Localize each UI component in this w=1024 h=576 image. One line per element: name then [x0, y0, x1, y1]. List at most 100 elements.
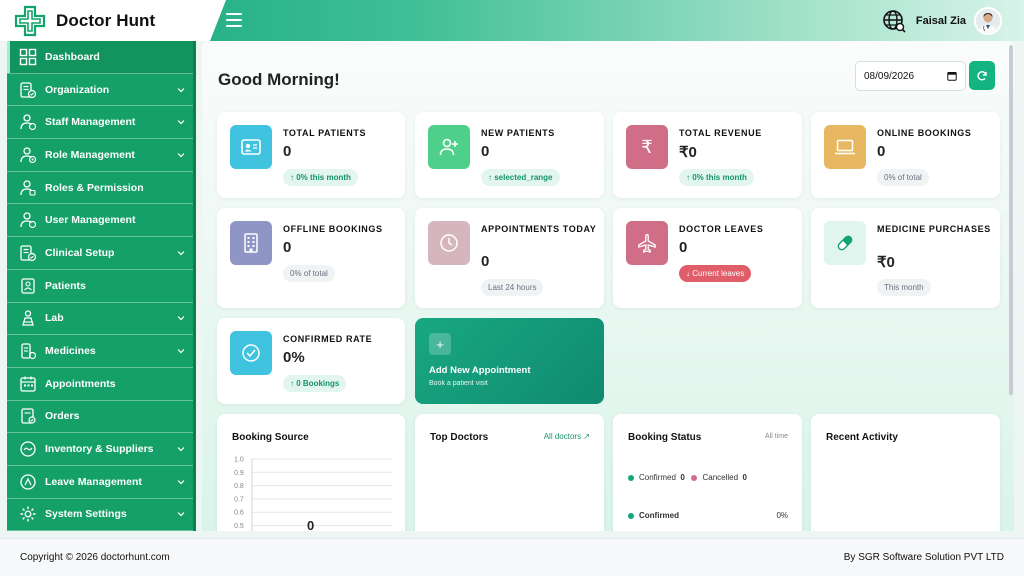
stat-card-total-patients[interactable]: TOTAL PATIENTS 0 ↑ 0% this month — [217, 112, 405, 198]
sidebar-item-user-management[interactable]: User Management — [7, 204, 196, 238]
page-title: Good Morning! — [218, 70, 340, 89]
top-doctors-panel: Top Doctors All doctors ↗ — [415, 414, 604, 531]
sidebar-item-patients[interactable]: Patients — [7, 270, 196, 303]
range-label[interactable]: All time — [765, 433, 788, 440]
chevron-down-icon — [177, 152, 185, 158]
user-name[interactable]: Faisal Zia — [916, 15, 966, 27]
panel-title: Recent Activity — [826, 432, 898, 443]
stat-card-total-revenue[interactable]: ₹ TOTAL REVENUE ₹0 ↑ 0% this month — [613, 112, 802, 198]
trend-badge-text: 0% this month — [296, 173, 351, 182]
trend-badge: ↑ selected_range — [481, 169, 560, 186]
sidebar-item-label: System Settings — [45, 508, 127, 521]
booking-status-panel: Booking Status All time Confirmed 0 Canc… — [613, 414, 802, 531]
leave-badge-text: Current leaves — [692, 269, 745, 278]
rupee-icon: ₹ — [641, 136, 653, 158]
company-text: By SGR Software Solution PVT LTD — [843, 552, 1004, 563]
leaves-card-icon-bg — [626, 221, 668, 265]
clock-icon — [440, 234, 458, 252]
stat-card-new-patients[interactable]: NEW PATIENTS 0 ↑ selected_range — [415, 112, 604, 198]
cancelled-label: Cancelled — [702, 473, 739, 482]
language-globe-icon[interactable] — [882, 9, 906, 33]
sidebar-item-clinical-setup[interactable]: Clinical Setup — [7, 237, 196, 270]
sidebar-item-roles-permission[interactable]: Roles & Permission — [7, 172, 196, 205]
stat-title: NEW PATIENTS — [481, 128, 555, 138]
refresh-button[interactable] — [969, 61, 995, 90]
sidebar-item-staff-management[interactable]: Staff Management — [7, 106, 196, 140]
medicines-icon — [21, 343, 37, 360]
capsule-icon — [837, 235, 853, 251]
sidebar-item-role-management[interactable]: Role Management — [7, 139, 196, 172]
stat-title: OFFLINE BOOKINGS — [283, 224, 383, 234]
stat-title: CONFIRMED RATE — [283, 334, 373, 344]
sidebar-item-label: Inventory & Suppliers — [45, 443, 154, 456]
stat-title: TOTAL REVENUE — [679, 128, 762, 138]
stat-title: DOCTOR LEAVES — [679, 224, 764, 234]
stat-card-offline-bookings[interactable]: OFFLINE BOOKINGS 0 0% of total — [217, 208, 405, 308]
confirmed-card-icon-bg — [230, 331, 272, 375]
sidebar-item-inventory-suppliers[interactable]: Inventory & Suppliers — [7, 433, 196, 466]
logo[interactable]: Doctor Hunt — [0, 0, 226, 41]
stat-value: 0 — [283, 239, 292, 256]
add-appointment-button[interactable]: + Add New Appointment Book a patient vis… — [415, 318, 604, 404]
refresh-icon — [977, 70, 987, 80]
main-scrollbar[interactable] — [1008, 41, 1014, 531]
all-doctors-link[interactable]: All doctors ↗ — [544, 432, 590, 441]
menu-toggle-button[interactable] — [226, 13, 242, 27]
sidebar-item-label: Staff Management — [45, 116, 136, 129]
stat-value: ₹0 — [877, 254, 895, 271]
sidebar-item-dashboard[interactable]: Dashboard — [7, 41, 196, 74]
revenue-card-icon-bg: ₹ — [626, 125, 668, 169]
y-tick-label: 0.6 — [234, 510, 244, 517]
confirmed-row-dot — [628, 512, 634, 519]
chevron-down-icon — [177, 316, 185, 321]
sidebar-item-label: Role Management — [45, 148, 135, 161]
stat-card-confirmed-rate[interactable]: CONFIRMED RATE 0% ↑ 0 Bookings — [217, 318, 405, 404]
stat-value: 0 — [679, 239, 688, 256]
sidebar-item-label: Dashboard — [45, 50, 100, 63]
date-field[interactable]: 08/09/2026 — [855, 61, 966, 91]
scrollbar-thumb[interactable] — [1009, 45, 1013, 395]
sidebar-item-lab[interactable]: Lab — [7, 303, 196, 336]
offline-card-icon-bg — [230, 221, 272, 265]
stat-value: 0 — [283, 143, 292, 160]
stat-card-doctor-leaves[interactable]: DOCTOR LEAVES 0 ↓ Current leaves — [613, 208, 802, 308]
y-tick-label: 0.5 — [234, 523, 244, 530]
sidebar-item-organization[interactable]: Organization — [7, 74, 196, 107]
staff-icon — [20, 114, 37, 131]
sidebar-item-label: Orders — [45, 410, 80, 423]
confirmed-label: Confirmed — [639, 473, 676, 482]
stat-card-online-bookings[interactable]: ONLINE BOOKINGS 0 0% of total — [811, 112, 1000, 198]
avatar[interactable] — [974, 7, 1002, 35]
period-badge: Last 24 hours — [481, 279, 544, 296]
confirmed-dot — [628, 474, 634, 481]
chart-center-value: 0 — [307, 518, 315, 531]
online-card-icon-bg — [824, 125, 866, 169]
stat-card-appointments-today[interactable]: APPOINTMENTS TODAY 0 Last 24 hours — [415, 208, 604, 308]
sidebar-item-system-settings[interactable]: System Settings — [7, 499, 196, 531]
panel-title: Top Doctors — [430, 432, 489, 443]
orders-icon — [21, 408, 36, 425]
sidebar-item-appointments[interactable]: Appointments — [7, 368, 196, 401]
hamburger-line — [226, 13, 242, 15]
stat-card-medicine-purchases[interactable]: MEDICINE PURCHASES ₹0 This month — [811, 208, 1000, 308]
laptop-icon — [835, 139, 855, 155]
chevron-down-icon — [177, 447, 185, 452]
trend-badge-text: 0 Bookings — [296, 379, 340, 388]
calendar-icon — [20, 376, 36, 392]
chevron-down-icon — [177, 87, 185, 92]
doctor-avatar-icon — [976, 9, 1000, 33]
sidebar-item-label: Organization — [45, 83, 110, 96]
stat-value: 0% — [283, 349, 305, 366]
sidebar-item-leave-management[interactable]: Leave Management — [7, 466, 196, 499]
sidebar-item-orders[interactable]: Orders — [7, 401, 196, 434]
user-area: Faisal Zia — [882, 5, 1002, 37]
permission-icon — [20, 179, 36, 196]
sidebar-item-medicines[interactable]: Medicines — [7, 335, 196, 368]
stat-value: 0 — [481, 253, 490, 270]
recent-activity-panel: Recent Activity — [811, 414, 1000, 531]
y-tick-label: 0.9 — [234, 470, 244, 477]
calendar-icon[interactable] — [947, 71, 957, 81]
stat-title: ONLINE BOOKINGS — [877, 128, 972, 138]
sidebar-item-label: Leave Management — [45, 475, 142, 488]
chevron-down-icon — [177, 479, 185, 485]
